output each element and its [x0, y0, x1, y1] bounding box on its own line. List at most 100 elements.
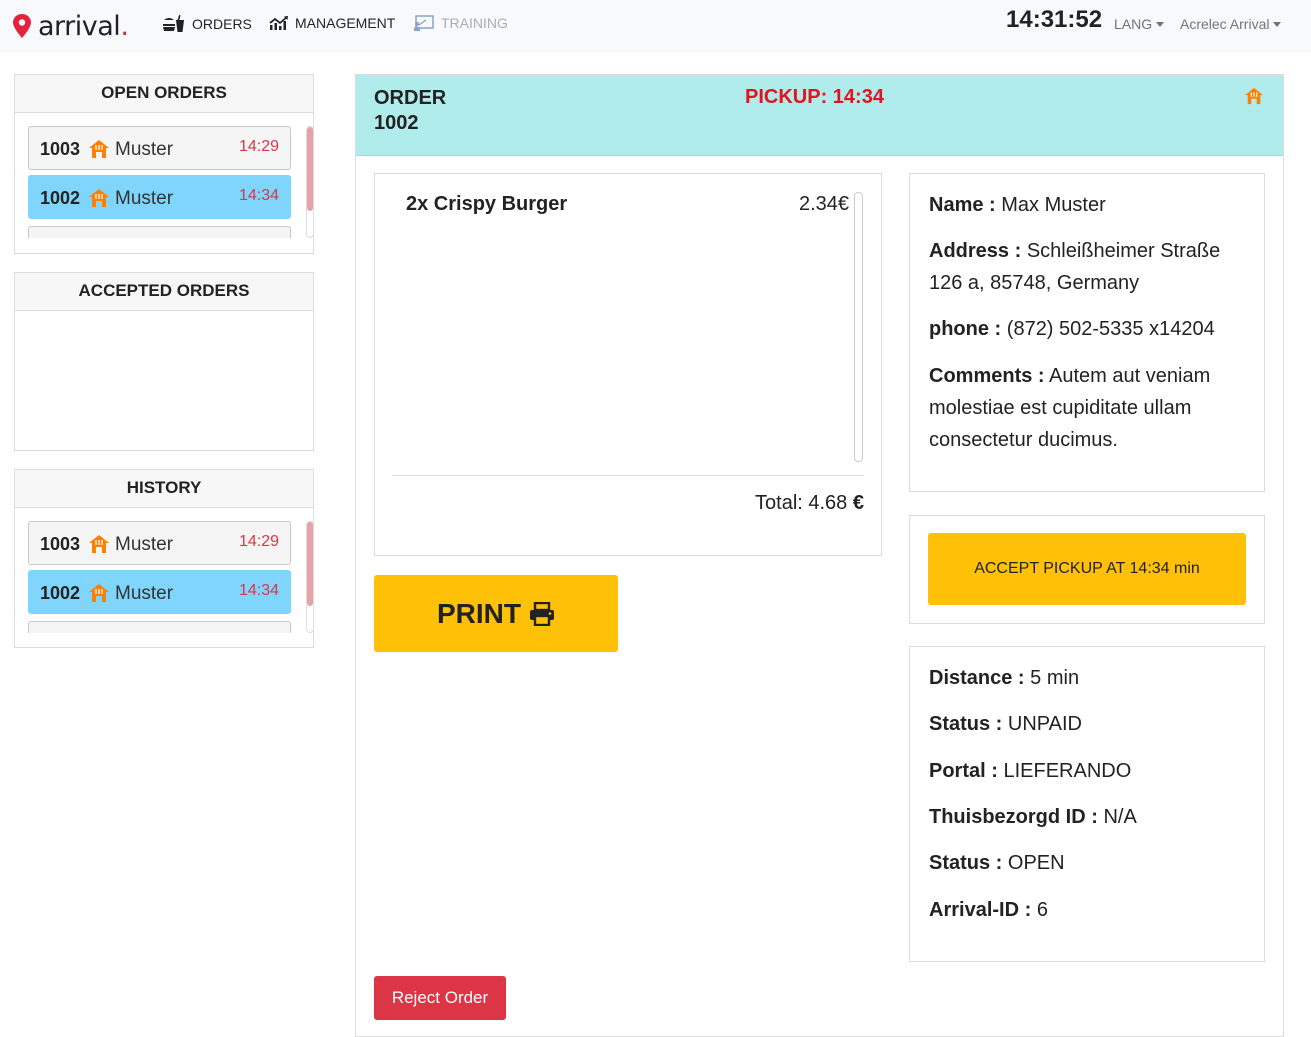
item-price: 2.34€ — [799, 193, 850, 215]
lang-dropdown[interactable]: LANG — [1114, 16, 1165, 32]
divider — [392, 475, 864, 476]
customer-name-line: Name : Max Muster — [929, 189, 1250, 221]
field-value: N/A — [1103, 806, 1137, 828]
order-list-item[interactable] — [28, 226, 291, 238]
pickup-time: 14:29 — [238, 533, 279, 550]
order-header: ORDER 1002 PICKUP: 14:34 — [356, 75, 1283, 156]
reject-order-button[interactable]: Reject Order — [374, 976, 506, 1020]
customer-name: Muster — [115, 534, 174, 555]
accepted-orders-panel: ACCEPTED ORDERS — [14, 272, 314, 451]
scrollbar-thumb[interactable] — [307, 522, 313, 606]
order-list-item[interactable]: 1002 Muster 14:34 — [28, 175, 291, 219]
print-button[interactable]: PRINT — [374, 575, 618, 652]
order-id: 1002 — [40, 188, 81, 208]
order-detail-card: ORDER 1002 PICKUP: 14:34 2x Crispy Burge… — [355, 74, 1284, 1037]
field-value: Max Muster — [1001, 194, 1106, 216]
nav-orders[interactable]: ORDERS — [162, 15, 252, 33]
customer-name: Muster — [115, 188, 174, 209]
order-meta-box: Distance : 5 min Status : UNPAID Portal … — [909, 646, 1265, 962]
field-key: Thuisbezorgd ID : — [929, 806, 1098, 828]
panel-title: OPEN ORDERS — [15, 75, 313, 113]
customer-name: Muster — [115, 139, 174, 160]
lieferando-icon — [1244, 87, 1264, 110]
lang-label: LANG — [1114, 16, 1153, 32]
printer-icon — [530, 601, 554, 626]
pickup-time: 14:34 — [238, 187, 279, 204]
pickup-time: 14:29 — [238, 138, 279, 155]
total-currency: € — [852, 492, 864, 514]
user-label: Acrelec Arrival — [1180, 16, 1270, 32]
order-title: ORDER 1002 — [374, 86, 446, 136]
accepted-orders-list — [15, 311, 313, 450]
clock: 14:31:52 — [1006, 6, 1103, 33]
nav-management[interactable]: MANAGEMENT — [269, 15, 395, 31]
order-list-item[interactable]: 1002 Muster 14:34 — [28, 570, 291, 614]
order-id: 1003 — [40, 534, 81, 554]
lieferando-icon — [88, 139, 110, 164]
chart-line-icon — [269, 16, 288, 30]
total-label: Total: 4.68 — [755, 492, 848, 514]
chalkboard-icon — [414, 15, 434, 31]
print-label: PRINT — [437, 597, 521, 629]
nav-training[interactable]: TRAINING — [413, 15, 508, 31]
order-status-line: Status : OPEN — [929, 847, 1250, 879]
scrollbar[interactable] — [854, 192, 863, 462]
nav-management-label: MANAGEMENT — [295, 15, 396, 31]
field-value: OPEN — [1007, 852, 1065, 874]
order-title-label: ORDER — [374, 87, 447, 109]
customer-info-box: Name : Max Muster Address : Schleißheime… — [909, 173, 1265, 492]
thuisbezorgd-id-line: Thuisbezorgd ID : N/A — [929, 801, 1250, 833]
order-list-item[interactable]: 1003 Muster 14:29 — [28, 126, 291, 170]
lieferando-icon — [88, 534, 110, 559]
field-key: Status : — [929, 852, 1003, 874]
lieferando-icon — [88, 583, 110, 608]
order-list-item[interactable]: 1003 Muster 14:29 — [28, 521, 291, 565]
accept-pickup-button[interactable]: ACCEPT PICKUP AT 14:34 min — [928, 533, 1246, 605]
item-name: 2x Crispy Burger — [406, 193, 568, 215]
field-value: 5 min — [1030, 667, 1080, 689]
map-pin-icon — [13, 14, 31, 38]
scrollbar[interactable] — [306, 521, 313, 633]
portal-line: Portal : LIEFERANDO — [929, 755, 1250, 787]
arrival-id-line: Arrival-ID : 6 — [929, 894, 1250, 926]
panel-title: HISTORY — [15, 470, 313, 508]
customer-comments-line: Comments : Autem aut veniam molestiae es… — [929, 360, 1250, 456]
field-key: Comments : — [929, 365, 1045, 387]
field-key: phone : — [929, 318, 1002, 340]
open-orders-panel: OPEN ORDERS 1003 Muster 14:29 1002 Muste… — [14, 74, 314, 254]
scrollbar-thumb[interactable] — [307, 127, 313, 211]
order-total: Total: 4.68 € — [755, 492, 864, 515]
pickup-time-label: PICKUP: 14:34 — [745, 86, 884, 108]
payment-status-line: Status : UNPAID — [929, 708, 1250, 740]
customer-phone-line: phone : (872) 502-5335 x14204 — [929, 313, 1250, 345]
field-key: Address : — [929, 240, 1022, 262]
pickup-time: 14:34 — [238, 582, 279, 599]
brand-name: arrival. — [38, 10, 129, 42]
field-value: LIEFERANDO — [1003, 760, 1132, 782]
caret-down-icon — [1273, 22, 1282, 27]
order-list-item[interactable] — [28, 621, 291, 633]
user-dropdown[interactable]: Acrelec Arrival — [1180, 16, 1282, 32]
order-items-box: 2x Crispy Burger 2.34€ Total: 4.68 € — [374, 173, 882, 556]
field-value: (872) 502-5335 x14204 — [1006, 318, 1215, 340]
field-key: Portal : — [929, 760, 998, 782]
history-list[interactable]: 1003 Muster 14:29 1002 Muster 14:34 — [15, 508, 313, 647]
order-id: 1002 — [40, 583, 81, 603]
field-key: Status : — [929, 713, 1003, 735]
fast-food-icon — [163, 15, 184, 32]
nav-training-label: TRAINING — [441, 15, 508, 31]
open-orders-list[interactable]: 1003 Muster 14:29 1002 Muster 14:34 — [15, 113, 313, 253]
field-value: UNPAID — [1007, 713, 1082, 735]
customer-name: Muster — [115, 583, 174, 604]
lieferando-icon — [88, 188, 110, 213]
customer-address-line: Address : Schleißheimer Straße 126 a, 85… — [929, 235, 1250, 299]
brand-logo[interactable]: arrival. — [12, 10, 129, 42]
order-number: 1002 — [374, 112, 419, 134]
history-panel: HISTORY 1003 Muster 14:29 1002 Muster 14… — [14, 469, 314, 648]
order-id: 1003 — [40, 139, 81, 159]
panel-title: ACCEPTED ORDERS — [15, 273, 313, 311]
distance-line: Distance : 5 min — [929, 662, 1250, 694]
scrollbar[interactable] — [306, 126, 313, 238]
caret-down-icon — [1156, 22, 1165, 27]
nav-orders-label: ORDERS — [192, 16, 252, 32]
